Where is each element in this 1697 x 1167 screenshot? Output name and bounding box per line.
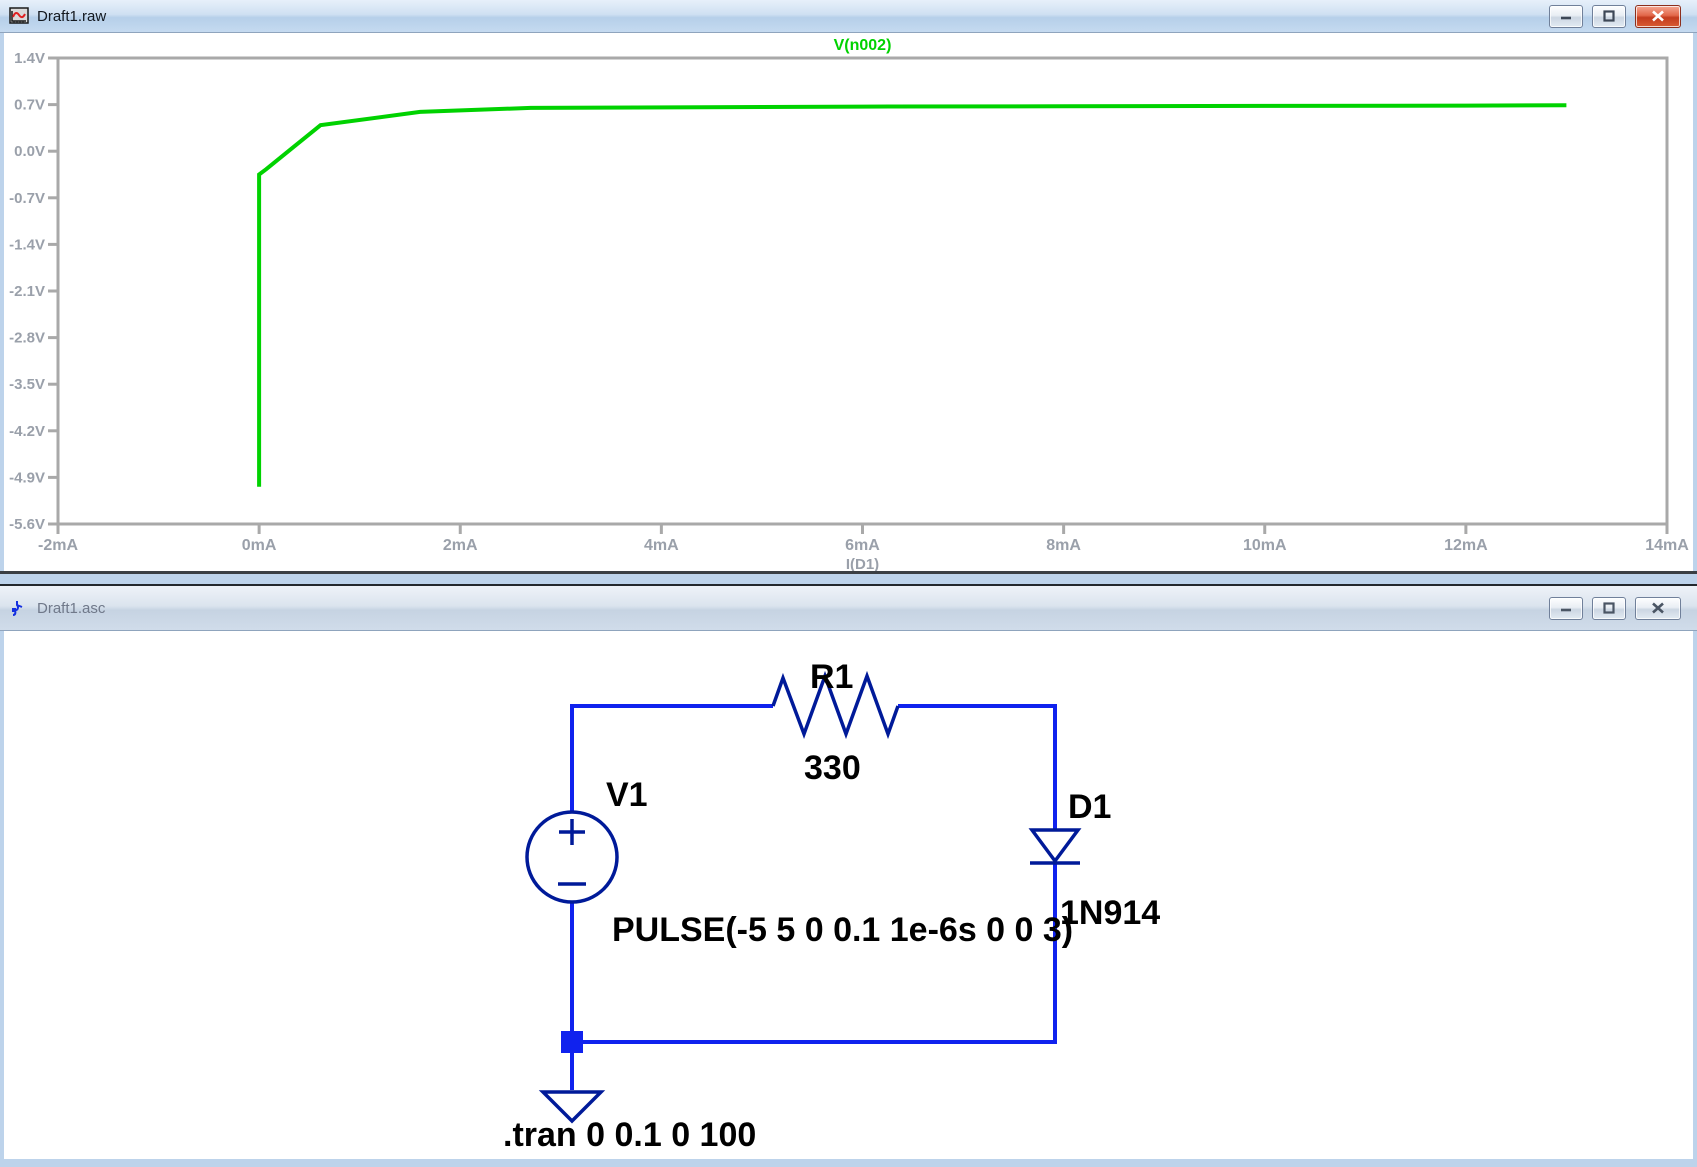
plus-sign (559, 819, 585, 845)
diode-value-label[interactable]: 1N914 (1060, 894, 1160, 932)
x-tick-label: 12mA (1444, 537, 1488, 554)
y-tick-label: -2.1V (9, 283, 45, 300)
x-axis-label: I(D1) (846, 556, 879, 571)
maximize-button[interactable] (1592, 597, 1626, 620)
component-V1[interactable] (527, 812, 617, 902)
component-D1[interactable] (1030, 830, 1080, 863)
window-title-raw: Draft1.raw (37, 8, 106, 25)
window-border (0, 33, 4, 571)
y-tick-label: 0.7V (14, 97, 45, 114)
x-tick-label: -2mA (38, 537, 78, 554)
x-tick-label: 4mA (644, 537, 679, 554)
y-tick-label: -1.4V (9, 236, 45, 253)
waveform-pane[interactable]: V(n002) 1.4V 0.7V 0.0V -0.7V -1.4V -2.1V -2.8V -… (0, 33, 1697, 571)
y-tick-label: -3.5V (9, 376, 45, 393)
window-border (1693, 33, 1697, 571)
minimize-icon (1559, 11, 1573, 21)
schematic-canvas[interactable]: R1 330 V1 PULSE(-5 5 0 0.1 1e-6s 0 0 3) D1 1N… (0, 631, 1697, 1159)
minimize-button[interactable] (1549, 597, 1583, 620)
window-resize-border[interactable] (0, 574, 1697, 584)
plot-legend[interactable]: V(n002) (834, 37, 892, 54)
maximize-icon (1602, 10, 1616, 22)
x-tick-label: 14mA (1645, 537, 1689, 554)
schematic-icon-svg (9, 598, 29, 618)
y-tick-label: -4.2V (9, 423, 45, 440)
resistor-value-label[interactable]: 330 (804, 749, 861, 787)
y-tick-label: 1.4V (14, 50, 45, 67)
y-tick-label: -5.6V (9, 516, 45, 533)
y-tick-label: -2.8V (9, 330, 45, 347)
window-controls-asc (1549, 586, 1681, 630)
maximize-button[interactable] (1592, 5, 1626, 28)
x-tick-label: 0mA (242, 537, 277, 554)
window-border (0, 631, 4, 1159)
y-tick-label: -0.7V (9, 190, 45, 207)
titlebar-draft1-asc[interactable]: Draft1.asc (0, 586, 1697, 631)
maximize-icon (1602, 602, 1616, 614)
close-icon (1651, 602, 1665, 614)
x-tick-label: 6mA (845, 537, 880, 554)
spice-directive-text[interactable]: .tran 0 0.1 0 100 (503, 1116, 756, 1154)
window-controls-raw (1549, 0, 1681, 32)
window-title-asc: Draft1.asc (37, 600, 105, 617)
x-tick-label: 10mA (1243, 537, 1287, 554)
wire[interactable] (572, 864, 1055, 1042)
titlebar-draft1-raw[interactable]: Draft1.raw (0, 0, 1697, 33)
close-icon (1651, 10, 1665, 22)
y-tick-label: -4.9V (9, 469, 45, 486)
diode-triangle[interactable] (1032, 830, 1078, 861)
x-tick-label: 8mA (1046, 537, 1081, 554)
source-ref-label[interactable]: V1 (606, 776, 648, 814)
source-value-label[interactable]: PULSE(-5 5 0 0.1 1e-6s 0 0 3) (612, 911, 1073, 949)
close-button[interactable] (1635, 5, 1681, 28)
waveform-plot[interactable]: V(n002) 1.4V 0.7V 0.0V -0.7V -1.4V -2.1V -2.8V -… (0, 33, 1697, 571)
wire[interactable] (572, 706, 773, 812)
minimize-icon (1559, 603, 1573, 613)
junction-node (561, 1031, 583, 1053)
x-tick-label: 2mA (443, 537, 478, 554)
waveform-chart-icon-svg (9, 6, 29, 26)
schematic-pane[interactable]: R1 330 V1 PULSE(-5 5 0 0.1 1e-6s 0 0 3) D1 1N… (0, 631, 1697, 1159)
plot-frame[interactable] (58, 58, 1667, 524)
window-resize-border[interactable] (0, 1159, 1697, 1167)
resistor-ref-label[interactable]: R1 (810, 658, 853, 696)
window-border (1693, 631, 1697, 1159)
waveform-chart-icon[interactable] (9, 6, 29, 26)
wire[interactable] (898, 706, 1055, 830)
schematic-icon[interactable] (9, 598, 29, 618)
y-tick-label: 0.0V (14, 143, 45, 160)
close-button[interactable] (1635, 597, 1681, 620)
desktop: Draft1.raw V(n002) 1.4V 0.7V 0.0V -0.7V -1.4V… (0, 0, 1697, 1167)
minimize-button[interactable] (1549, 5, 1583, 28)
diode-ref-label[interactable]: D1 (1068, 788, 1111, 826)
